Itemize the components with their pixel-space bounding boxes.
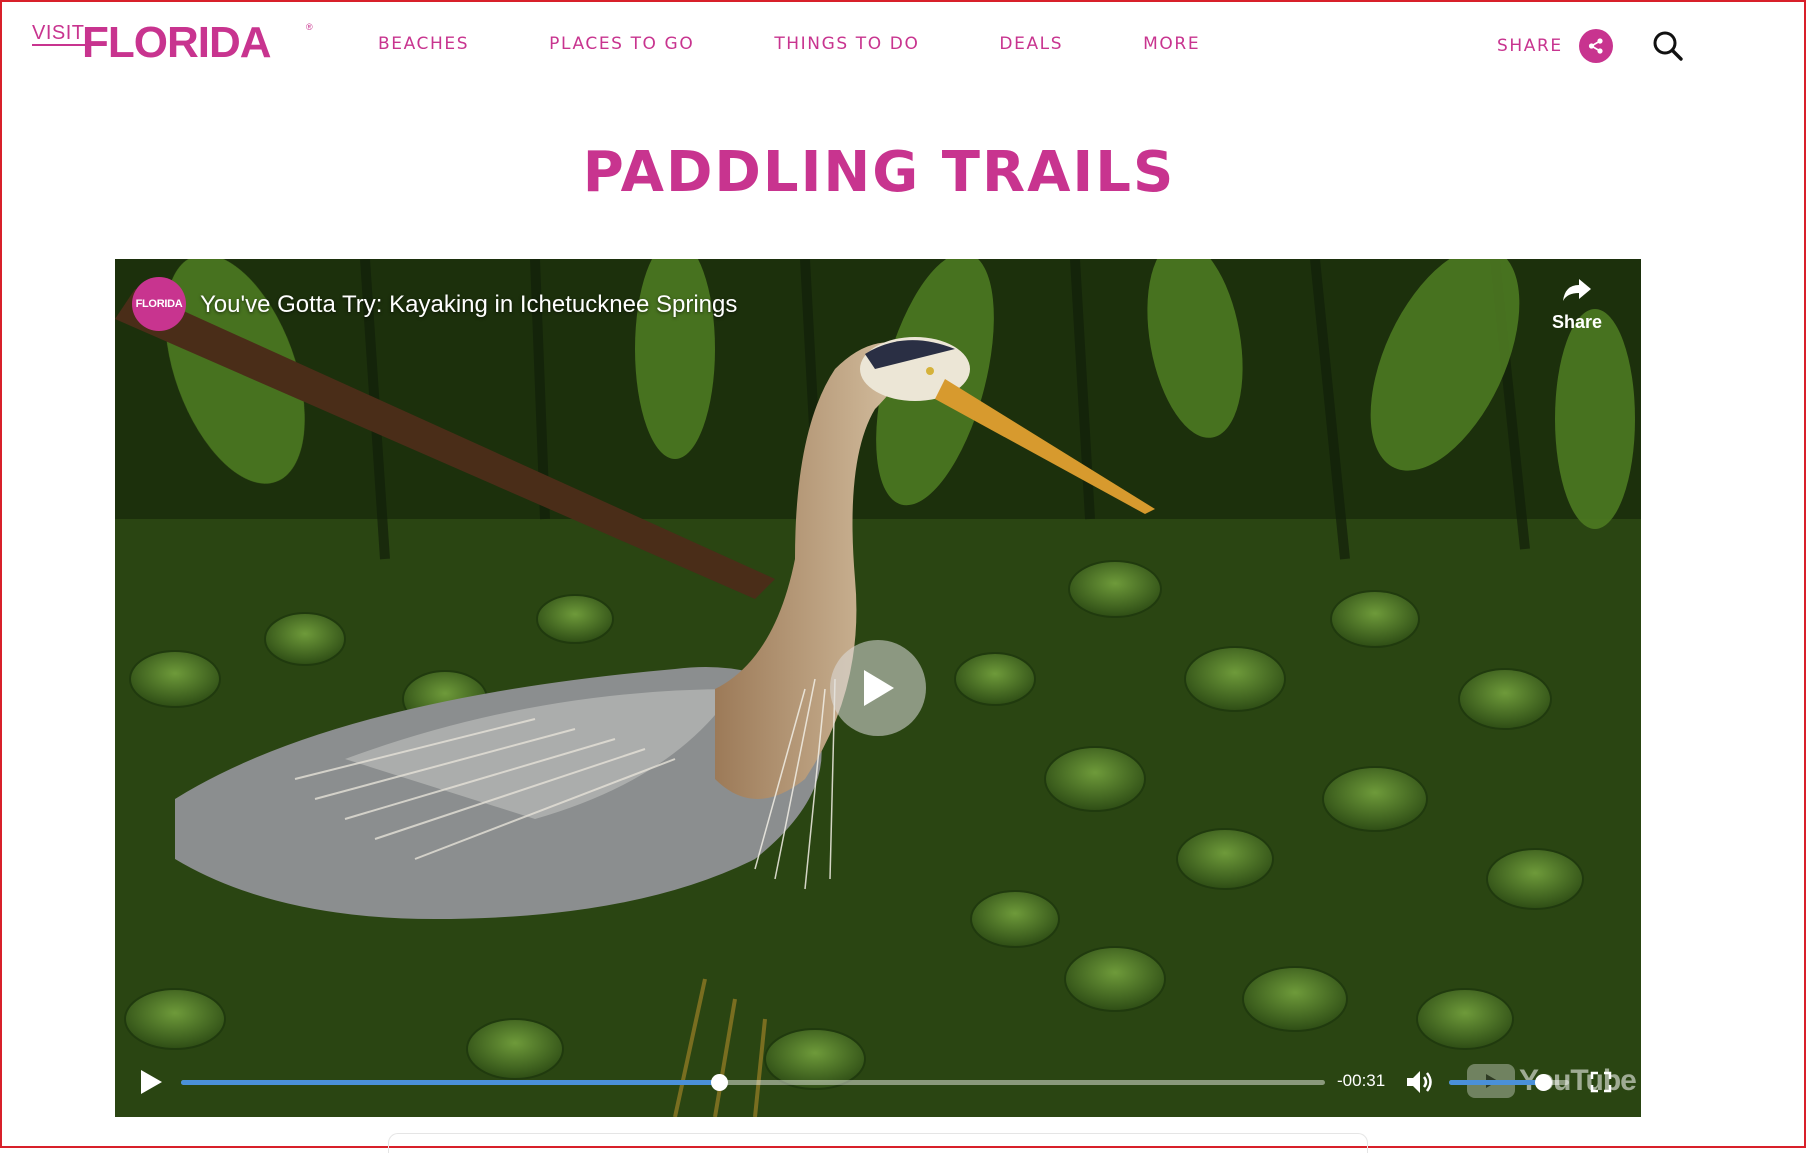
logo-visit-text: VISIT — [32, 22, 85, 46]
main-navigation: BEACHES PLACES TO GO THINGS TO DO DEALS … — [378, 34, 1280, 54]
volume-knob[interactable] — [1534, 1074, 1552, 1091]
volume-icon[interactable] — [1405, 1069, 1433, 1095]
channel-avatar[interactable]: FLORIDA — [132, 277, 186, 331]
visit-florida-logo[interactable]: VISIT FLORIDA ® — [32, 18, 313, 70]
volume-fill — [1449, 1080, 1543, 1085]
nav-beaches[interactable]: BEACHES — [378, 34, 469, 54]
page-title: PADDLING TRAILS — [582, 140, 1176, 205]
share-button[interactable]: SHARE — [1497, 29, 1613, 63]
share-icon — [1578, 29, 1613, 63]
nav-deals[interactable]: DEALS — [999, 34, 1063, 54]
video-title[interactable]: You've Gotta Try: Kayaking in Ichetuckne… — [200, 291, 737, 319]
share-arrow-icon — [1563, 279, 1591, 301]
nav-more[interactable]: MORE — [1143, 34, 1200, 54]
progress-scrubber[interactable] — [710, 1074, 728, 1091]
big-play-button[interactable] — [830, 640, 926, 736]
fullscreen-icon[interactable] — [1590, 1071, 1612, 1093]
video-controls: -00:31 YouTube — [115, 1047, 1641, 1117]
nav-places-to-go[interactable]: PLACES TO GO — [549, 34, 694, 54]
logo-florida-text: FLORIDA — [82, 18, 272, 67]
time-remaining: -00:31 — [1337, 1071, 1386, 1090]
logo-registered-mark: ® — [306, 22, 313, 32]
play-icon — [864, 670, 894, 706]
control-play-button[interactable] — [139, 1069, 163, 1095]
video-share-button[interactable]: Share — [1547, 277, 1607, 333]
play-icon — [141, 1070, 162, 1094]
search-icon[interactable] — [1652, 30, 1684, 62]
volume-slider[interactable] — [1449, 1074, 1569, 1091]
progress-fill — [181, 1080, 719, 1085]
video-share-label: Share — [1551, 312, 1603, 332]
content-card-edge — [388, 1133, 1368, 1153]
nav-things-to-do[interactable]: THINGS TO DO — [774, 34, 919, 54]
share-label: SHARE — [1497, 36, 1563, 56]
video-player[interactable]: FLORIDA You've Gotta Try: Kayaking in Ic… — [115, 259, 1641, 1117]
progress-bar[interactable] — [181, 1074, 1325, 1091]
